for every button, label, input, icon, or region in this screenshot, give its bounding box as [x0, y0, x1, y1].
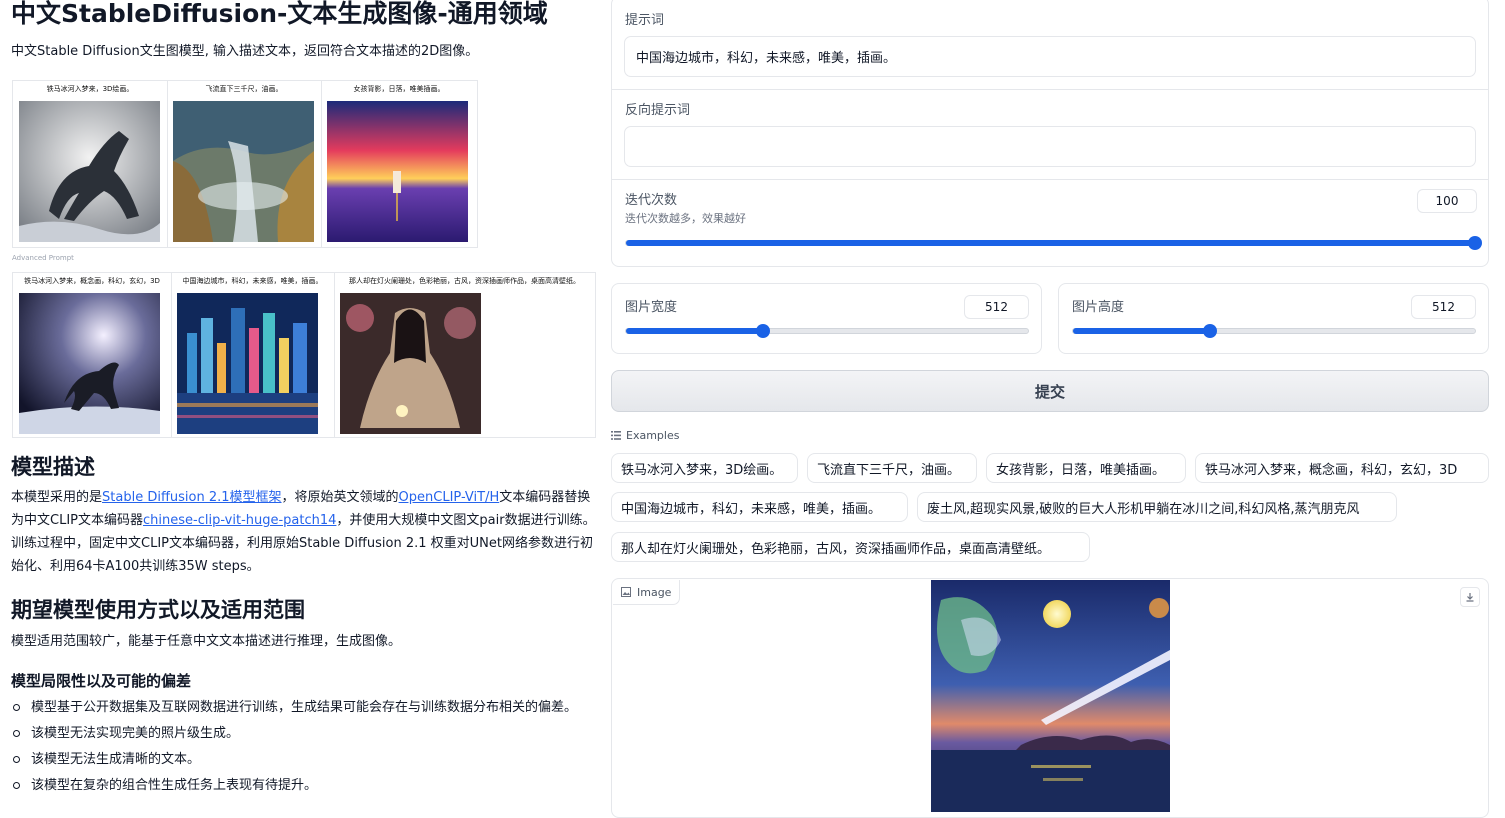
steps-info: 迭代次数越多，效果越好: [625, 212, 746, 225]
steps-label: 迭代次数: [625, 193, 678, 208]
list-icon: [611, 431, 621, 440]
sample-cell: 铁马冰河入梦来，3D绘画。: [13, 81, 168, 247]
negative-prompt-label: 反向提示词: [625, 103, 691, 118]
sample-image-lantern-lady: [340, 293, 481, 434]
divider: [612, 179, 1488, 180]
height-slider-thumb[interactable]: [1202, 324, 1217, 338]
advanced-prompt-label: Advanced Prompt: [12, 254, 74, 262]
sample-caption: 那人却在灯火阑珊处，色彩艳丽，古风，资深插画师作品，桌面高清壁纸。: [349, 277, 580, 285]
limitations-heading: 模型局限性以及可能的偏差: [11, 672, 192, 690]
prompt-input[interactable]: 中国海边城市，科幻，未来感，唯美，插画。: [624, 36, 1476, 77]
example-chip[interactable]: 铁马冰河入梦来，概念画，科幻，玄幻，3D: [1195, 453, 1489, 483]
example-chip[interactable]: 铁马冰河入梦来，3D绘画。: [611, 453, 798, 483]
sample-image-sunset-girl: [327, 101, 468, 242]
sample-cell: 铁马冰河入梦来，概念画，科幻，玄幻，3D: [13, 273, 172, 437]
list-item: 该模型在复杂的组合性生成任务上表现有待提升。: [11, 776, 596, 796]
example-chip[interactable]: 那人却在灯火阑珊处，色彩艳丽，古风，资深插画师作品，桌面高清壁纸。: [611, 532, 1090, 562]
example-chip[interactable]: 中国海边城市，科幻，未来感，唯美，插画。: [611, 492, 908, 522]
limitations-list: 模型基于公开数据集及互联网数据进行训练，生成结果可能会存在与训练数据分布相关的偏…: [11, 698, 596, 802]
sample-image-seaside-city: [177, 293, 318, 434]
sample-image-waterfall: [173, 101, 314, 242]
prompt-label: 提示词: [625, 13, 665, 28]
intro-text: 中文Stable Diffusion文生图模型, 输入描述文本，返回符合文本描述…: [11, 44, 479, 59]
width-number-input[interactable]: 512: [964, 295, 1029, 319]
width-slider-fill: [626, 328, 763, 334]
height-label: 图片高度: [1072, 300, 1125, 315]
example-chip[interactable]: 女孩背影，日落，唯美插画。: [986, 453, 1186, 483]
examples-label: Examples: [626, 429, 680, 442]
sample-caption: 铁马冰河入梦来，概念画，科幻，玄幻，3D: [24, 277, 160, 285]
width-label: 图片宽度: [625, 300, 678, 315]
list-item: 该模型无法实现完美的照片级生成。: [11, 724, 596, 744]
sd21-framework-link[interactable]: Stable Diffusion 2.1模型框架: [102, 490, 282, 505]
sample-cell: 女孩背影，日落，唯美插画。: [321, 81, 477, 247]
prompt-block: 提示词 中国海边城市，科幻，未来感，唯美，插画。 反向提示词 迭代次数 迭代次数…: [611, 0, 1489, 267]
height-slider-fill: [1073, 328, 1210, 334]
sample-grid-basic: 铁马冰河入梦来，3D绘画。 飞流直下三千尺，油画。 女孩背影，日落，唯美插画。: [12, 80, 478, 248]
sample-cell: 那人却在灯火阑珊处，色彩艳丽，古风，资深插画师作品，桌面高清壁纸。: [334, 273, 595, 437]
width-block: 图片宽度 512: [611, 283, 1042, 354]
sample-caption: 女孩背影，日落，唯美插画。: [353, 85, 445, 93]
height-number-input[interactable]: 512: [1411, 295, 1476, 319]
sample-cell: 中国海边城市，科幻，未来感，唯美，插画。: [171, 273, 335, 437]
steps-slider-thumb[interactable]: [1468, 236, 1482, 250]
model-description-heading: 模型描述: [11, 455, 95, 479]
page-title: 中文StableDiffusion-文本生成图像-通用领域: [11, 0, 548, 28]
sample-cell: 飞流直下三千尺，油画。: [167, 81, 322, 247]
list-item: 该模型无法生成清晰的文本。: [11, 750, 596, 770]
output-image-panel: Image: [611, 578, 1489, 818]
width-slider[interactable]: [625, 324, 1029, 338]
demo-panel: 提示词 中国海边城市，科幻，未来感，唯美，插画。 反向提示词 迭代次数 迭代次数…: [611, 0, 1489, 818]
image-icon: [621, 587, 631, 597]
usage-heading: 期望模型使用方式以及适用范围: [11, 598, 305, 622]
output-image-label: Image: [613, 580, 681, 605]
usage-text: 模型适用范围较广，能基于任意中文文本描述进行推理，生成图像。: [11, 634, 402, 649]
model-description-text: 本模型采用的是Stable Diffusion 2.1模型框架，将原始英文领域的…: [11, 490, 596, 574]
sample-caption: 中国海边城市，科幻，未来感，唯美，插画。: [182, 277, 323, 285]
download-icon: [1466, 593, 1474, 602]
download-button[interactable]: [1460, 587, 1480, 607]
negative-prompt-input[interactable]: [624, 126, 1476, 167]
chinese-clip-link[interactable]: chinese-clip-vit-huge-patch14: [143, 513, 336, 528]
sample-caption: 铁马冰河入梦来，3D绘画。: [46, 85, 134, 93]
example-chip[interactable]: 废土风,超现实风景,破败的巨大人形机甲躺在冰川之间,科幻风格,蒸汽朋克风: [917, 492, 1397, 522]
steps-slider[interactable]: [625, 236, 1482, 250]
example-chip[interactable]: 飞流直下三千尺，油画。: [807, 453, 977, 483]
divider: [612, 89, 1488, 90]
sample-caption: 飞流直下三千尺，油画。: [205, 85, 283, 93]
examples-header: Examples: [611, 429, 679, 442]
width-slider-thumb[interactable]: [755, 324, 770, 338]
generated-image: [931, 580, 1170, 812]
model-card: 中文StableDiffusion-文本生成图像-通用领域 中文Stable D…: [0, 0, 600, 810]
steps-slider-fill: [626, 240, 1475, 246]
openclip-link[interactable]: OpenCLIP-ViT/H: [399, 490, 500, 505]
list-item: 模型基于公开数据集及互联网数据进行训练，生成结果可能会存在与训练数据分布相关的偏…: [11, 698, 596, 718]
sample-image-horse: [19, 101, 160, 242]
sample-image-mech-horse: [19, 293, 160, 434]
submit-button[interactable]: 提交: [611, 370, 1489, 412]
steps-number-input[interactable]: 100: [1417, 189, 1477, 213]
height-block: 图片高度 512: [1058, 283, 1489, 354]
sample-grid-advanced: 铁马冰河入梦来，概念画，科幻，玄幻，3D 中国海边城市，科幻，未来感，唯美，插画…: [12, 272, 596, 438]
height-slider[interactable]: [1072, 324, 1476, 338]
